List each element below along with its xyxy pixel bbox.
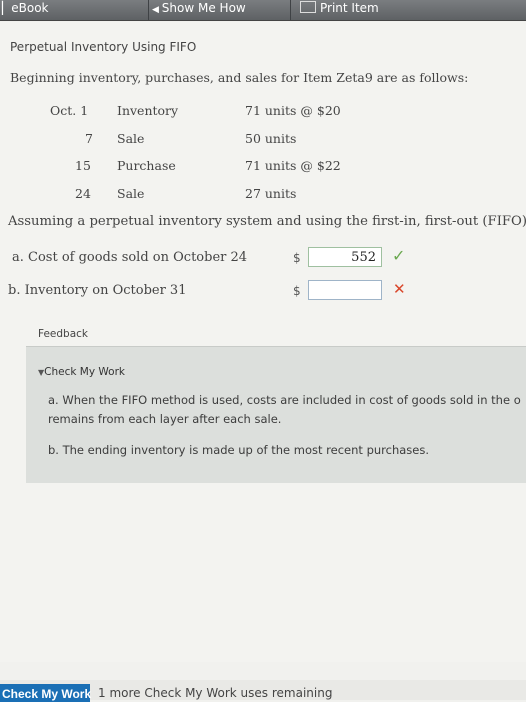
feedback-a-line1: a. When the FIFO method is used, costs a… [48,393,521,407]
remaining-text: 1 more Check My Work uses remaining [98,686,333,700]
currency-sign: $ [293,284,301,298]
row-detail: 71 units @ $22 [245,158,341,173]
currency-sign: $ [293,251,301,265]
question-a-label: a. Cost of goods sold on October 24 [12,250,248,265]
problem-intro: Beginning inventory, purchases, and sale… [10,70,469,85]
problem-title: Perpetual Inventory Using FIFO [10,40,197,54]
show-me-how-link[interactable]: ◀ Show Me How [152,1,246,15]
row-type: Purchase [117,158,176,173]
row-detail: 27 units [245,186,297,201]
row-detail: 71 units @ $20 [245,103,341,118]
cogs-input[interactable]: 552 [308,247,382,267]
row-type: Sale [117,131,145,146]
check-icon: ✓ [392,246,406,265]
print-icon [300,1,316,13]
row-type: Sale [117,186,145,201]
row-date: 24 [75,186,91,201]
feedback-label: Feedback [38,328,89,340]
ebook-icon: ▏ [2,1,12,15]
row-detail: 50 units [245,131,297,146]
feedback-b-line: b. The ending inventory is made up of th… [48,443,430,457]
row-date: 7 [85,131,93,146]
question-b-label: b. Inventory on October 31 [8,283,187,298]
ebook-link[interactable]: ▏eBook [2,1,48,15]
print-item-link[interactable]: Print Item [300,1,379,15]
toolbar: ▏eBook ◀ Show Me How Print Item [0,0,526,21]
row-date: 15 [75,158,91,173]
assumption-text: Assuming a perpetual inventory system an… [8,214,526,229]
x-icon: ✕ [393,280,406,298]
problem-content [0,22,526,662]
check-my-work-toggle[interactable]: ▼Check My Work [38,366,125,378]
check-my-work-button[interactable]: Check My Work [0,684,91,702]
feedback-a-line2: remains from each layer after each sale. [48,412,282,426]
inventory-input[interactable] [308,280,382,300]
row-date: Oct. 1 [50,103,89,118]
row-type: Inventory [117,103,179,118]
divider [148,0,149,20]
play-icon: ◀ [152,5,162,15]
divider [290,0,291,20]
